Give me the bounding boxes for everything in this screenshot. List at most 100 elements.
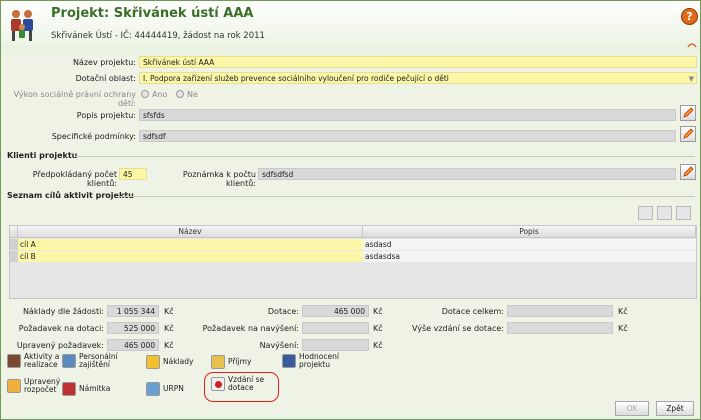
naklady-nav-label: Náklady <box>163 357 194 366</box>
hodnoceni-button[interactable]: Hodnocení projektu <box>282 353 345 369</box>
upraveny-rozpocet-button[interactable]: Upravený rozpočet <box>7 378 64 394</box>
upraveny-field: 465 000 <box>107 339 159 351</box>
aktivity-label: Aktivity a realizace <box>24 352 60 369</box>
divider <box>75 156 695 157</box>
table-cell[interactable]: cíl A <box>18 239 363 250</box>
pocet-field[interactable]: 45 <box>119 168 147 180</box>
urpn-button[interactable]: URPN <box>146 382 184 396</box>
pozadavek-field: 525 000 <box>107 322 159 334</box>
table-corner <box>10 226 18 238</box>
staff-icon <box>62 354 76 368</box>
people-icon <box>7 354 21 368</box>
currency-label: Kč <box>618 307 628 316</box>
navyseni-pozadavek-label: Požadavek na navýšení: <box>202 324 299 333</box>
nazev-label: Název projektu: <box>72 58 136 67</box>
pencil-icon <box>683 107 694 118</box>
prijmy-label: Příjmy <box>228 357 252 366</box>
edit-row-button[interactable] <box>657 206 672 220</box>
costs-icon <box>146 355 160 369</box>
edit-poznamka-button[interactable] <box>680 164 696 180</box>
row-selector[interactable] <box>10 239 18 250</box>
upraveny-rozpocet-label: Upravený rozpočet <box>24 377 61 394</box>
project-window: Projekt: Skřivánek ústí AAA Skřivánek Ús… <box>0 0 701 420</box>
page-title: Projekt: Skřivánek ústí AAA <box>51 6 254 21</box>
oblast-label: Dotační oblast: <box>75 74 136 83</box>
pocet-label: Předpokládaný počet klientů: <box>32 170 117 188</box>
page-subtitle: Skřivánek Ústí - IČ: 44444419, žádost na… <box>51 31 265 41</box>
popis-label: Popis projektu: <box>76 111 136 120</box>
edit-spec-button[interactable] <box>680 126 696 142</box>
row-selector[interactable] <box>10 251 18 262</box>
currency-label: Kč <box>164 307 174 316</box>
oblast-value: I. Podpora zařízení služeb prevence soci… <box>143 74 449 83</box>
popis-field[interactable]: sfsfds <box>139 109 676 121</box>
oblast-select[interactable]: I. Podpora zařízení služeb prevence soci… <box>139 72 697 84</box>
zpet-button[interactable]: Zpět <box>656 401 694 416</box>
naklady-button[interactable]: Náklady <box>146 355 193 369</box>
add-row-button[interactable] <box>638 206 653 220</box>
hodnoceni-label: Hodnocení projektu <box>299 352 339 369</box>
klienti-section-title: Klienti projektu <box>7 151 78 160</box>
dotace-celkem-field <box>507 305 613 317</box>
ne-label: Ne <box>187 90 198 99</box>
currency-label: Kč <box>373 307 383 316</box>
table-cell[interactable]: cíl B <box>18 251 363 262</box>
prijmy-button[interactable]: Příjmy <box>211 355 251 369</box>
family-logo-icon <box>11 10 33 41</box>
dotace-field: 465 000 <box>302 305 369 317</box>
column-header-popis[interactable]: Popis <box>363 226 696 238</box>
namitka-label: Námitka <box>79 384 111 393</box>
urpn-label: URPN <box>163 384 184 393</box>
chevron-down-icon[interactable]: ▼ <box>689 73 694 83</box>
table-cell[interactable]: asdasdsa <box>363 251 696 262</box>
pozadavek-label: Požadavek na dotaci: <box>18 324 104 333</box>
income-icon <box>211 355 225 369</box>
column-header-nazev[interactable]: Název <box>18 226 363 238</box>
navyseni-label: Navýšení: <box>259 341 299 350</box>
currency-label: Kč <box>164 324 174 333</box>
ne-radio[interactable] <box>176 90 184 98</box>
currency-label: Kč <box>164 341 174 350</box>
navyseni-field <box>302 339 369 351</box>
table-cell[interactable]: asdasd <box>363 239 696 250</box>
namitka-button[interactable]: Námitka <box>62 382 110 396</box>
naklady-field: 1 055 344 <box>107 305 159 317</box>
vyse-vzdani-field <box>507 322 613 334</box>
navyseni-pozadavek-field <box>302 322 369 334</box>
dotace-celkem-label: Dotace celkem: <box>441 307 504 316</box>
currency-label: Kč <box>373 341 383 350</box>
ano-radio[interactable] <box>141 90 149 98</box>
ok-button[interactable]: OK <box>615 401 649 416</box>
spec-field[interactable]: sdfsdf <box>139 130 676 142</box>
budget-icon <box>7 379 21 393</box>
spec-label: Specifické podmínky: <box>51 132 136 141</box>
urpn-icon <box>146 382 160 396</box>
personalni-button[interactable]: Personální zajištění <box>62 353 123 369</box>
objection-icon <box>62 382 76 396</box>
dotace-label: Dotace: <box>267 307 299 316</box>
vyse-vzdani-label: Výše vzdání se dotace: <box>411 324 504 333</box>
aktivity-button[interactable]: Aktivity a realizace <box>7 353 64 369</box>
nazev-field[interactable]: Skřivánek ústí AAA <box>139 56 697 68</box>
help-button[interactable]: ? <box>681 8 698 25</box>
delete-row-button[interactable] <box>676 206 691 220</box>
header-bar: Projekt: Skřivánek ústí AAA Skřivánek Ús… <box>1 1 700 53</box>
poznamka-label: Poznámka k počtu klientů: <box>182 170 256 188</box>
edit-popis-button[interactable] <box>680 105 696 121</box>
currency-label: Kč <box>618 324 628 333</box>
vykon-label: Výkon sociálně právní ochrany dětí: <box>13 90 136 108</box>
divider <box>119 196 695 197</box>
upraveny-label: Upravený požadavek: <box>16 341 104 350</box>
ano-label: Ano <box>152 90 168 99</box>
evaluation-icon <box>282 354 296 368</box>
currency-label: Kč <box>373 324 383 333</box>
naklady-label: Náklady dle žádosti: <box>22 307 104 316</box>
pencil-icon <box>683 128 694 139</box>
personalni-label: Personální zajištění <box>79 352 118 369</box>
cile-table: Název Popis cíl A asdasd cíl B asdasdsa <box>9 225 697 299</box>
poznamka-field[interactable]: sdfsdfsd <box>258 168 676 180</box>
pencil-icon <box>683 166 694 177</box>
collapse-icon[interactable] <box>687 41 697 48</box>
highlight-circle <box>204 372 279 402</box>
cile-section-title: Seznam cílů aktivit projektu <box>7 191 134 200</box>
